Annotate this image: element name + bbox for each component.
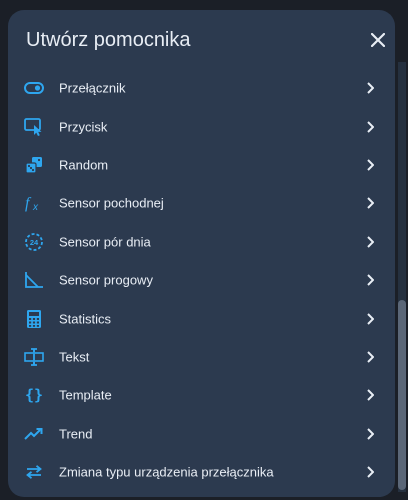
create-helper-dialog: Utwórz pomocnika Przełącznik Przycisk Ra… xyxy=(8,10,395,497)
svg-text:x: x xyxy=(32,202,39,212)
list-item-przelacznik[interactable]: Przełącznik xyxy=(8,69,395,107)
list-item-random[interactable]: Random xyxy=(8,146,395,184)
list-item-template[interactable]: {} Template xyxy=(8,376,395,414)
list-item-tekst[interactable]: Tekst xyxy=(8,338,395,376)
chevron-right-icon xyxy=(364,120,376,133)
toggle-switch-icon xyxy=(24,78,44,98)
chevron-right-icon xyxy=(364,351,376,363)
svg-text:24: 24 xyxy=(30,238,39,247)
scrollbar-thumb[interactable] xyxy=(398,300,406,490)
list-item-label: Random xyxy=(59,157,109,173)
dice-icon xyxy=(24,155,44,175)
dialog-header: Utwórz pomocnika xyxy=(8,10,395,72)
helper-type-list: Przełącznik Przycisk Random fx Sensor po… xyxy=(8,69,395,491)
chevron-right-icon xyxy=(364,312,376,325)
svg-text:f: f xyxy=(25,195,32,212)
chevron-right-icon xyxy=(364,159,376,171)
threshold-icon xyxy=(24,270,44,290)
list-item-label: Zmiana typu urządzenia przełącznika xyxy=(59,464,274,480)
list-item-statistics[interactable]: Statistics xyxy=(8,299,395,337)
swap-arrows-icon xyxy=(24,462,44,482)
chevron-right-icon xyxy=(364,466,376,478)
chevron-right-icon xyxy=(364,82,376,94)
list-item-label: Template xyxy=(59,387,112,403)
chevron-right-icon xyxy=(364,427,376,440)
svg-text:{}: {} xyxy=(25,386,43,404)
list-item-label: Tekst xyxy=(59,349,90,365)
list-item-przycisk[interactable]: Przycisk xyxy=(8,107,395,145)
calculator-icon xyxy=(24,309,44,329)
chevron-right-icon xyxy=(364,236,376,248)
list-item-label: Statistics xyxy=(59,311,112,327)
function-icon: fx xyxy=(24,193,44,213)
list-item-label: Sensor pochodnej xyxy=(59,195,164,211)
list-item-label: Trend xyxy=(59,426,93,442)
list-item-trend[interactable]: Trend xyxy=(8,415,395,453)
text-input-icon xyxy=(24,347,44,367)
list-item-zmiana-typu[interactable]: Zmiana typu urządzenia przełącznika xyxy=(8,453,395,491)
list-item-sensor-por-dnia[interactable]: 24 Sensor pór dnia xyxy=(8,223,395,261)
list-item-sensor-progowy[interactable]: Sensor progowy xyxy=(8,261,395,299)
braces-icon: {} xyxy=(24,385,44,405)
dialog-title: Utwórz pomocnika xyxy=(26,29,191,51)
list-item-label: Przycisk xyxy=(59,119,108,135)
list-item-sensor-pochodnej[interactable]: fx Sensor pochodnej xyxy=(8,184,395,222)
clock-24h-icon: 24 xyxy=(24,232,44,252)
trend-icon xyxy=(24,424,44,444)
chevron-right-icon xyxy=(364,389,376,402)
list-item-label: Sensor pór dnia xyxy=(59,234,151,250)
list-item-label: Przełącznik xyxy=(59,80,126,96)
close-button[interactable] xyxy=(366,28,390,52)
chevron-right-icon xyxy=(364,274,376,286)
list-item-label: Sensor progowy xyxy=(59,272,153,288)
button-pointer-icon xyxy=(24,117,44,137)
close-icon xyxy=(371,33,385,47)
chevron-right-icon xyxy=(364,197,376,210)
